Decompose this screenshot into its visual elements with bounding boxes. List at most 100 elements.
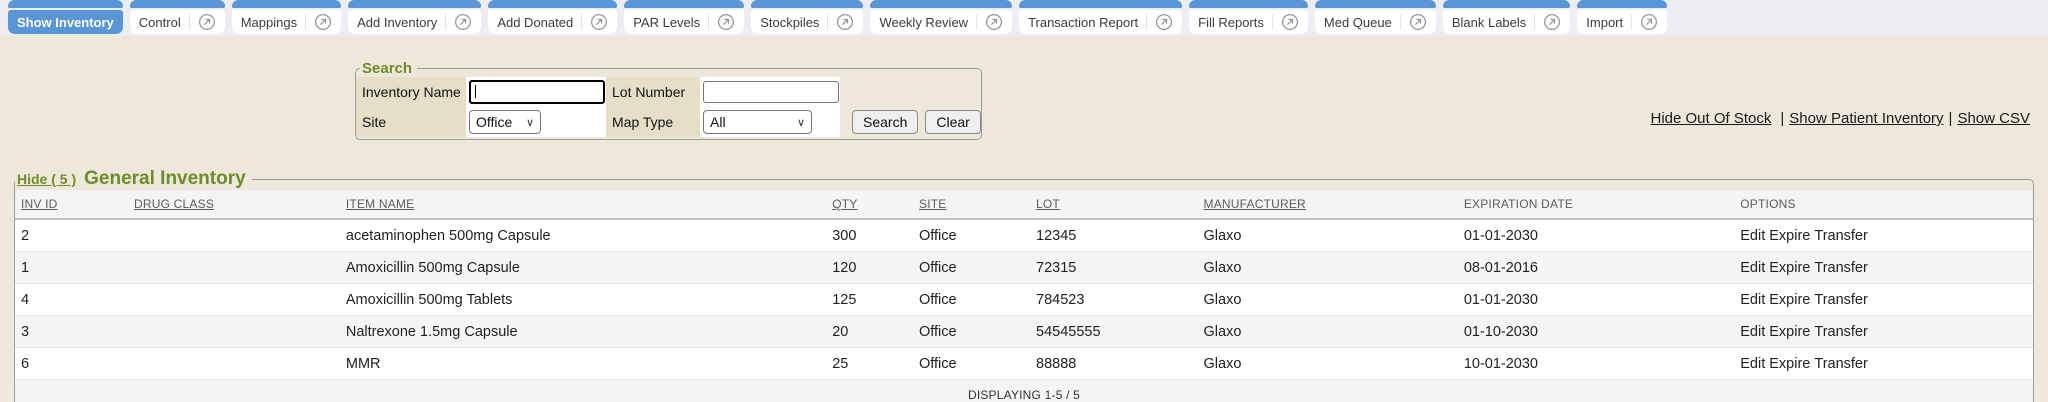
tab-import[interactable]: Import <box>1577 0 1667 34</box>
table-row: 2acetaminophen 500mg Capsule300Office123… <box>15 219 2033 252</box>
tab-body: Mappings <box>232 10 341 34</box>
column-header-site[interactable]: SITE <box>913 190 1030 219</box>
cell-drug-class <box>128 284 340 316</box>
expire-link[interactable]: Expire <box>1769 260 1810 276</box>
tab-mappings[interactable]: Mappings <box>232 0 341 34</box>
open-in-new-circle-arrow-icon[interactable] <box>198 13 216 31</box>
tab-top-strip <box>348 0 481 8</box>
cell-manufacturer: Glaxo <box>1198 219 1458 252</box>
edit-link[interactable]: Edit <box>1740 324 1765 340</box>
table-row: 6MMR25Office88888Glaxo10-01-2030EditExpi… <box>15 348 2033 380</box>
show-patient-inventory-link[interactable]: Show Patient Inventory <box>1789 110 1943 127</box>
cell-inv-id: 3 <box>15 316 128 348</box>
cell-item-name: Amoxicillin 500mg Capsule <box>340 252 826 284</box>
expire-link[interactable]: Expire <box>1769 356 1810 372</box>
hide-out-of-stock-link[interactable]: Hide Out Of Stock <box>1650 110 1771 127</box>
tab-stockpiles[interactable]: Stockpiles <box>751 0 863 34</box>
tab-body: Add Inventory <box>348 10 481 34</box>
inventory-table-wrap: INV IDDRUG CLASSITEM NAMEQTYSITELOTMANUF… <box>15 190 2033 402</box>
tab-top-strip <box>1577 0 1667 8</box>
transfer-link[interactable]: Transfer <box>1814 228 1867 244</box>
lot-number-input[interactable] <box>703 81 839 103</box>
tab-body: Med Queue <box>1315 10 1436 34</box>
cell-options: EditExpireTransfer <box>1734 252 2033 284</box>
transfer-link[interactable]: Transfer <box>1814 356 1867 372</box>
show-csv-link[interactable]: Show CSV <box>1957 110 2030 127</box>
open-in-new-circle-arrow-icon[interactable] <box>985 13 1003 31</box>
clear-button[interactable]: Clear <box>925 110 980 134</box>
expire-link[interactable]: Expire <box>1769 324 1810 340</box>
column-header-drug-class[interactable]: DRUG CLASS <box>128 190 340 219</box>
open-in-new-circle-arrow-icon[interactable] <box>314 13 332 31</box>
cell-item-name: MMR <box>340 348 826 380</box>
cell-manufacturer: Glaxo <box>1198 348 1458 380</box>
tab-divider <box>1631 14 1632 30</box>
cell-lot: 784523 <box>1030 284 1197 316</box>
edit-link[interactable]: Edit <box>1740 228 1765 244</box>
tab-divider <box>708 14 709 30</box>
tab-med-queue[interactable]: Med Queue <box>1315 0 1436 34</box>
column-header-inv-id[interactable]: INV ID <box>15 190 128 219</box>
inventory-name-input[interactable] <box>469 80 605 104</box>
column-header-qty[interactable]: QTY <box>826 190 913 219</box>
tab-body: Fill Reports <box>1189 10 1308 34</box>
open-in-new-circle-arrow-icon[interactable] <box>1155 13 1173 31</box>
tab-show-inventory[interactable]: Show Inventory <box>8 0 123 34</box>
tab-divider <box>445 14 446 30</box>
inventory-name-label: Inventory Name <box>356 77 466 107</box>
tab-body: Show Inventory <box>8 10 123 34</box>
cell-qty: 300 <box>826 219 913 252</box>
cell-manufacturer: Glaxo <box>1198 284 1458 316</box>
column-header-lot[interactable]: LOT <box>1030 190 1197 219</box>
search-panel: Search Inventory Name Lot Number Site Of… <box>355 60 982 140</box>
tab-top-strip <box>130 0 225 8</box>
tab-top-strip <box>488 0 617 8</box>
edit-link[interactable]: Edit <box>1740 356 1765 372</box>
cell-item-name: acetaminophen 500mg Capsule <box>340 219 826 252</box>
cell-options: EditExpireTransfer <box>1734 348 2033 380</box>
section-title: General Inventory <box>84 168 246 190</box>
edit-link[interactable]: Edit <box>1740 260 1765 276</box>
tab-body: Transaction Report <box>1019 10 1182 34</box>
expire-link[interactable]: Expire <box>1769 228 1810 244</box>
tab-label: Weekly Review <box>879 15 968 30</box>
tab-top-strip <box>8 0 123 8</box>
site-select[interactable]: Office ∨ <box>469 110 541 134</box>
tab-blank-labels[interactable]: Blank Labels <box>1443 0 1570 34</box>
table-row: 4Amoxicillin 500mg Tablets125Office78452… <box>15 284 2033 316</box>
open-in-new-circle-arrow-icon[interactable] <box>1281 13 1299 31</box>
cell-drug-class <box>128 348 340 380</box>
cell-site: Office <box>913 316 1030 348</box>
site-cell: Office ∨ <box>466 107 606 137</box>
tab-body: Control <box>130 10 225 34</box>
tab-transaction-report[interactable]: Transaction Report <box>1019 0 1182 34</box>
open-in-new-circle-arrow-icon[interactable] <box>836 13 854 31</box>
cell-expiration-date: 01-01-2030 <box>1458 219 1734 252</box>
tab-label: Add Donated <box>497 15 573 30</box>
map-type-select[interactable]: All ∨ <box>703 110 812 134</box>
cell-manufacturer: Glaxo <box>1198 316 1458 348</box>
transfer-link[interactable]: Transfer <box>1814 260 1867 276</box>
open-in-new-circle-arrow-icon[interactable] <box>454 13 472 31</box>
transfer-link[interactable]: Transfer <box>1814 324 1867 340</box>
transfer-link[interactable]: Transfer <box>1814 292 1867 308</box>
tab-label: Import <box>1586 15 1623 30</box>
open-in-new-circle-arrow-icon[interactable] <box>1409 13 1427 31</box>
tab-control[interactable]: Control <box>130 0 225 34</box>
tab-weekly-review[interactable]: Weekly Review <box>870 0 1012 34</box>
tab-fill-reports[interactable]: Fill Reports <box>1189 0 1308 34</box>
edit-link[interactable]: Edit <box>1740 292 1765 308</box>
tab-add-donated[interactable]: Add Donated <box>488 0 617 34</box>
tab-par-levels[interactable]: PAR Levels <box>624 0 744 34</box>
column-header-manufacturer[interactable]: MANUFACTURER <box>1198 190 1458 219</box>
search-button[interactable]: Search <box>852 110 918 134</box>
column-header-item-name[interactable]: ITEM NAME <box>340 190 826 219</box>
expire-link[interactable]: Expire <box>1769 292 1810 308</box>
collapse-section-link[interactable]: Hide ( 5 ) <box>17 171 76 187</box>
open-in-new-circle-arrow-icon[interactable] <box>590 13 608 31</box>
open-in-new-circle-arrow-icon[interactable] <box>1543 13 1561 31</box>
map-type-label: Map Type <box>606 107 700 137</box>
tab-add-inventory[interactable]: Add Inventory <box>348 0 481 34</box>
open-in-new-circle-arrow-icon[interactable] <box>1640 13 1658 31</box>
open-in-new-circle-arrow-icon[interactable] <box>717 13 735 31</box>
